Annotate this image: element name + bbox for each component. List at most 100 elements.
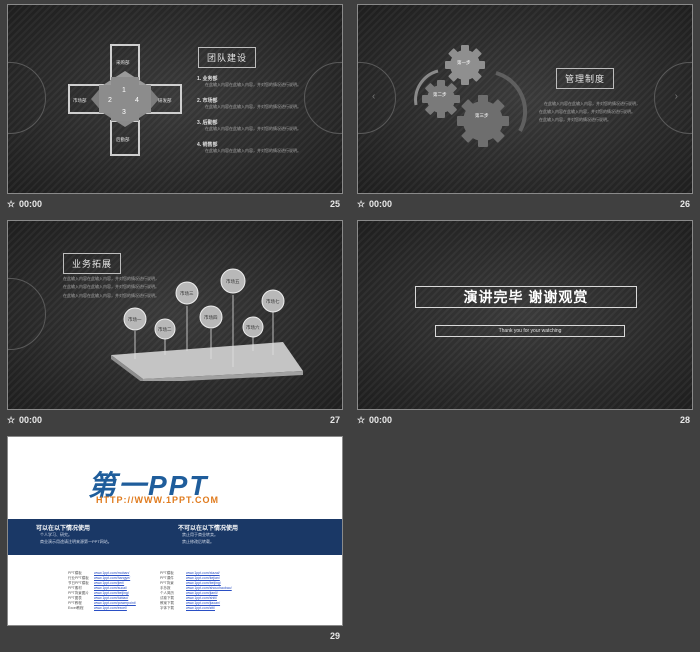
- dept-label-bottom: 后勤部: [116, 136, 130, 143]
- right-arc-decoration: [304, 62, 342, 134]
- transition-star-icon[interactable]: ☆: [357, 199, 365, 210]
- closing-subtitle: Thank you for your watching: [435, 325, 625, 337]
- link-url[interactable]: www.1ppt.com/powerpoint/: [94, 601, 136, 605]
- link-url[interactable]: www.1ppt.com/moban/: [94, 571, 129, 575]
- bubble-label-5: 市场五: [226, 278, 240, 285]
- bubble-label-7: 市场七: [266, 298, 280, 305]
- link-url[interactable]: www.1ppt.com/jianli/: [186, 591, 218, 595]
- item-title-3: 3. 后勤部: [197, 120, 218, 126]
- transition-star-icon[interactable]: ☆: [7, 199, 15, 210]
- slide-cell-27: 业务拓展 在此输入内容在此输入内容，并对您的情况进行说明， 在此输入内容在此输入…: [7, 220, 343, 430]
- dept-label-right: 研发部: [158, 97, 172, 104]
- item-text-4: 在此输入内容在此输入内容，并对您的情况进行说明。: [205, 148, 301, 153]
- slide-thumbnail-28[interactable]: 演讲完毕 谢谢观赏 Thank you for your watching: [357, 220, 693, 410]
- item-title-2: 2. 市场部: [197, 98, 218, 104]
- chevron-left-icon: ‹: [372, 91, 376, 102]
- body-line-1: 在此输入内容在此输入内容，并对您的情况进行说明，: [544, 101, 640, 106]
- gear-label-3: 第三步: [475, 112, 489, 119]
- can-use-title: 可以在以下情况使用: [36, 526, 91, 532]
- slide-title-box: 管理制度: [556, 68, 615, 89]
- link-list-left: PPT模板 www.1ppt.com/moban/行业PPT模板 www.1ppt.…: [68, 571, 136, 611]
- link-url[interactable]: www.1ppt.com/sucai/: [94, 586, 127, 590]
- link-url[interactable]: www.1ppt.com/hangye/: [94, 576, 130, 580]
- slide-meta-25: ☆ 00:00 25: [7, 197, 343, 213]
- chevron-right-icon: ›: [674, 91, 678, 102]
- can-use-item-1: 个人学习、研究。: [40, 532, 72, 537]
- cross-number-4: 4: [135, 97, 139, 104]
- closing-title: 演讲完毕 谢谢观赏: [415, 286, 637, 308]
- slide-thumbnail-27[interactable]: 业务拓展 在此输入内容在此输入内容，并对您的情况进行说明， 在此输入内容在此输入…: [7, 220, 343, 410]
- slide-title-box: 团队建设: [198, 47, 257, 68]
- link-url[interactable]: www.1ppt.com/jiaoan/: [186, 601, 220, 605]
- left-arc-decoration: [8, 62, 46, 134]
- gear-top: [445, 45, 485, 85]
- bubble-label-6: 市场六: [246, 324, 260, 331]
- transition-star-icon[interactable]: ☆: [357, 415, 365, 426]
- link-url[interactable]: www.1ppt.com/tubiao/: [94, 596, 128, 600]
- right-arc-decoration: [654, 62, 692, 134]
- gear-label-1: 第一步: [457, 59, 471, 66]
- link-url[interactable]: www.1ppt.com/shiti/: [186, 596, 217, 600]
- item-text-1: 在此输入内容在此输入内容，并对您的情况进行说明。: [205, 82, 301, 87]
- slide-cell-25: 1 2 3 4 采购部 后勤部 市场部 研发部 团队建设 1. 业务部 在此输入…: [7, 4, 343, 214]
- slide-timing: 00:00: [19, 199, 43, 209]
- slide-number: 29: [329, 631, 340, 641]
- brand-url: HTTP://WWW.1PPT.COM: [96, 495, 219, 505]
- slide-cell-26: ‹ › 第一步 第二步 第三步 管理制度 在此输入内容在此输入内容，并对您的情况…: [357, 4, 693, 214]
- link-url[interactable]: www.1ppt.com/kejian/: [186, 576, 220, 580]
- team-cross-diagram: 1 2 3 4 采购部 后勤部 市场部 研发部: [68, 44, 182, 156]
- slide-number: 26: [679, 199, 690, 209]
- dept-label-top: 采购部: [116, 59, 130, 66]
- left-arc-decoration: [8, 278, 46, 350]
- item-text-3: 在此输入内容在此输入内容，并对您的情况进行说明。: [205, 126, 301, 131]
- slide-timing: 00:00: [19, 415, 43, 425]
- item-title-1: 1. 业务部: [197, 76, 218, 82]
- slide-meta-29: 29: [7, 629, 343, 645]
- slide-thumbnail-25[interactable]: 1 2 3 4 采购部 后勤部 市场部 研发部 团队建设 1. 业务部 在此输入…: [7, 4, 343, 194]
- slide-timing: 00:00: [369, 415, 393, 425]
- expansion-diagram: 市场一 市场二 市场三 市场四 市场五 市场六 市场七: [111, 268, 303, 381]
- link-row: 字体下载 www.1ppt.com/ziti/: [160, 606, 232, 611]
- link-url[interactable]: www.1ppt.com/ziti/: [186, 606, 215, 610]
- slide-thumbnail-29[interactable]: 第一PPT HTTP://WWW.1PPT.COM 可以在以下情况使用 个人学习…: [7, 436, 343, 626]
- usage-banner: 可以在以下情况使用 个人学习、研究。 商业演示用途请注明来源第一PPT网站。 不…: [8, 519, 342, 555]
- slide-cell-29: 第一PPT HTTP://WWW.1PPT.COM 可以在以下情况使用 个人学习…: [7, 436, 343, 646]
- cannot-use-title: 不可以在以下情况使用: [178, 526, 239, 532]
- slide-meta-28: ☆ 00:00 28: [357, 413, 693, 429]
- body-line-2: 在此输入内容在此输入内容，并对您的情况进行说明。: [539, 109, 635, 114]
- cross-number-2: 2: [108, 97, 112, 104]
- slide-number: 28: [679, 415, 690, 425]
- link-url[interactable]: www.1ppt.com/beijing/: [94, 591, 129, 595]
- bubble-label-3: 市场三: [180, 290, 194, 297]
- link-url[interactable]: www.1ppt.com/shouchaobao/: [186, 586, 232, 590]
- dept-label-left: 市场部: [73, 97, 87, 104]
- transition-star-icon[interactable]: ☆: [7, 415, 15, 426]
- cannot-use-item-1: 禁止用于商业转卖。: [182, 532, 218, 537]
- gears-diagram: 第一步 第二步 第三步: [414, 45, 528, 147]
- gear-left: [422, 80, 460, 118]
- link-url[interactable]: www.1ppt.com/beijing/: [186, 581, 221, 585]
- can-use-item-2: 商业演示用途请注明来源第一PPT网站。: [40, 539, 112, 544]
- link-url[interactable]: www.1ppt.com/jieri/: [94, 581, 124, 585]
- bubble-label-1: 市场一: [128, 316, 142, 323]
- link-row: Excel教程 www.1ppt.com/excel/: [68, 606, 136, 611]
- body-line-3: 在此输入内容，并对您的情况进行说明。: [539, 117, 611, 122]
- slide-number: 25: [329, 199, 340, 209]
- bubble-label-4: 市场四: [204, 314, 218, 321]
- gear-big: [457, 95, 509, 147]
- link-list-right: PPT模板 www.1ppt.com/xiazai/PPT课件 www.1ppt.c…: [160, 571, 232, 611]
- left-arc-decoration: [358, 62, 396, 134]
- cross-number-3: 3: [122, 109, 126, 116]
- link-url[interactable]: www.1ppt.com/xiazai/: [186, 571, 220, 575]
- slide-meta-26: ☆ 00:00 26: [357, 197, 693, 213]
- bubble-label-2: 市场二: [158, 326, 172, 333]
- link-label: 字体下载: [160, 606, 174, 610]
- slide-cell-28: 演讲完毕 谢谢观赏 Thank you for your watching ☆ …: [357, 220, 693, 430]
- item-title-4: 4. 销售部: [197, 142, 218, 148]
- slide-thumbnail-26[interactable]: ‹ › 第一步 第二步 第三步 管理制度 在此输入内容在此输入内容，并对您的情况…: [357, 4, 693, 194]
- slide-number: 27: [329, 415, 340, 425]
- link-label: Excel教程: [68, 606, 84, 610]
- item-text-2: 在此输入内容在此输入内容，并对您的情况进行说明。: [205, 104, 301, 109]
- slide-timing: 00:00: [369, 199, 393, 209]
- link-url[interactable]: www.1ppt.com/excel/: [94, 606, 127, 610]
